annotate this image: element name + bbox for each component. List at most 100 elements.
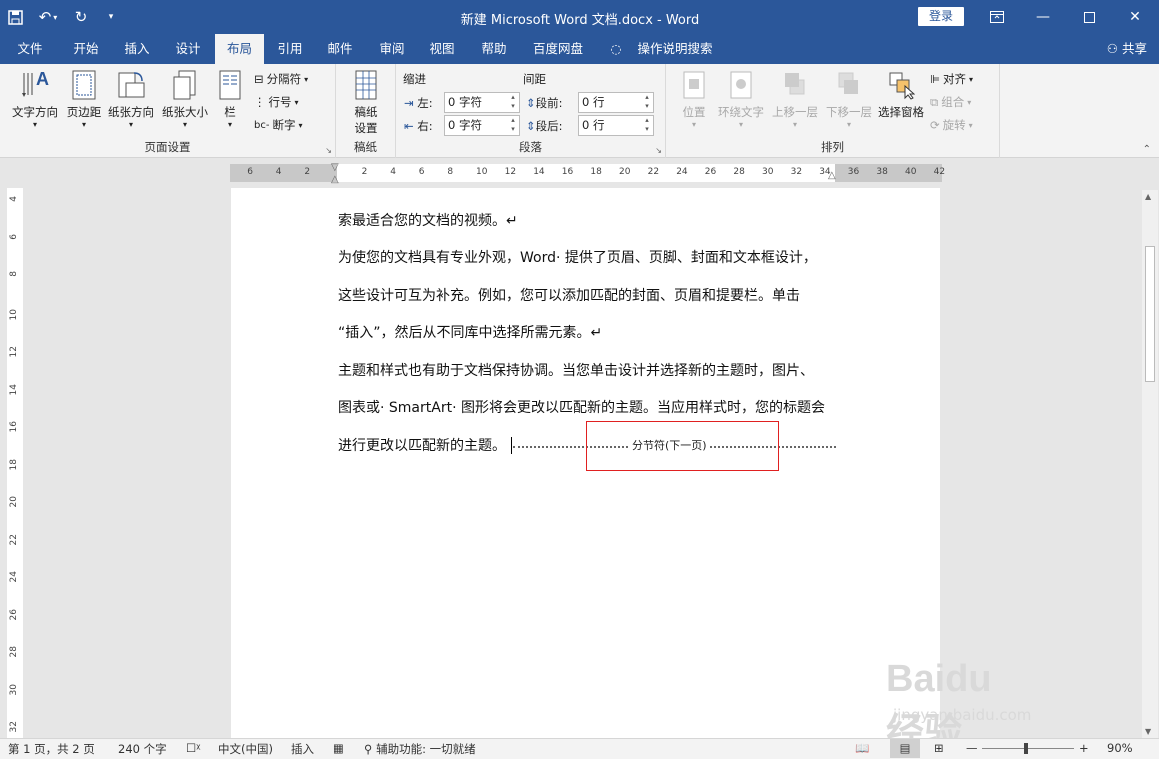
tab-view[interactable]: 视图 bbox=[420, 34, 464, 64]
zoom-out-icon[interactable]: — bbox=[966, 741, 978, 755]
minimize-icon[interactable]: — bbox=[1020, 0, 1066, 34]
zoom-slider[interactable] bbox=[982, 748, 1074, 749]
line-numbers-button[interactable]: ⋮ 行号 ▾ bbox=[254, 92, 299, 112]
hanging-indent-icon[interactable]: △ bbox=[331, 174, 339, 185]
spacing-before-icon: ⇕ bbox=[526, 96, 536, 110]
login-button[interactable]: 登录 bbox=[918, 7, 964, 26]
vertical-ruler-tick-label: 8 bbox=[9, 271, 19, 277]
group-button[interactable]: ⧉ 组合 ▾ bbox=[930, 92, 971, 112]
hyphenation-button[interactable]: bc- 断字 ▾ bbox=[254, 115, 302, 135]
vertical-ruler-tick-label: 14 bbox=[9, 383, 19, 395]
print-layout-icon[interactable]: ▤ bbox=[890, 739, 920, 758]
undo-icon[interactable]: ↶ ▾ bbox=[30, 0, 66, 34]
vertical-ruler[interactable]: 4 6 8 10 12 14 16 18 20 22 24 26 28 30 32 bbox=[0, 158, 30, 738]
macro-icon[interactable]: ▦ bbox=[333, 741, 344, 755]
indent-right-field[interactable]: 0 字符 ▴ ▾ bbox=[444, 115, 520, 136]
scroll-up-icon[interactable]: ▲ bbox=[1145, 192, 1151, 201]
send-backward-button[interactable]: 下移一层 ▾ bbox=[822, 68, 876, 129]
paragraph-launcher-icon[interactable]: ↘ bbox=[655, 146, 662, 155]
person-icon: ⚇ bbox=[1106, 41, 1118, 56]
spacing-after-field[interactable]: 0 行 ▴ ▾ bbox=[578, 115, 654, 136]
doc-line-6[interactable]: 图表或· SmartArt· 图形将会更改以匹配新的主题。当应用样式时，您的标题… bbox=[338, 397, 825, 417]
tab-insert[interactable]: 插入 bbox=[114, 34, 160, 64]
manuscript-button-line2: 设置 bbox=[354, 121, 378, 135]
tab-baidu-netdisk[interactable]: 百度网盘 bbox=[524, 34, 592, 64]
ruler-tick-label: 28 bbox=[733, 167, 745, 177]
tab-review[interactable]: 审阅 bbox=[370, 34, 414, 64]
first-line-indent-icon[interactable]: ▽ bbox=[331, 162, 339, 173]
scroll-thumb[interactable] bbox=[1145, 246, 1155, 382]
page-setup-group-label: 页面设置 bbox=[144, 140, 191, 154]
collapse-ribbon-icon[interactable]: ⌃ bbox=[1143, 144, 1151, 155]
close-icon[interactable]: ✕ bbox=[1112, 0, 1158, 34]
spacing-before-field[interactable]: 0 行 ▴ ▾ bbox=[578, 92, 654, 113]
doc-line-3[interactable]: 这些设计可互为补充。例如，您可以添加匹配的封面、页眉和提要栏。单击 bbox=[338, 285, 800, 305]
maximize-icon[interactable] bbox=[1066, 0, 1112, 34]
columns-button[interactable]: 栏 ▾ bbox=[214, 68, 246, 129]
page-count[interactable]: 第 1 页，共 2 页 bbox=[8, 741, 95, 757]
ruler-tick-label: 40 bbox=[905, 167, 917, 177]
right-indent-icon[interactable]: △ bbox=[828, 170, 836, 181]
wrap-text-icon bbox=[726, 68, 756, 102]
zoom-level[interactable]: 90% bbox=[1107, 741, 1133, 755]
breaks-button[interactable]: ⊟ 分隔符 ▾ bbox=[254, 69, 308, 89]
bring-forward-button[interactable]: 上移一层 ▾ bbox=[768, 68, 822, 129]
spacing-after-label: ⇕段后: bbox=[526, 119, 563, 133]
vertical-ruler-tick-label: 18 bbox=[9, 458, 19, 470]
selection-pane-button[interactable]: 选择窗格 bbox=[874, 68, 928, 120]
orientation-button[interactable]: 纸张方向 ▾ bbox=[104, 68, 158, 129]
send-backward-label: 下移一层 bbox=[826, 105, 872, 119]
quick-access-toolbar: ↶ ▾ ↻ ▾ bbox=[0, 0, 126, 34]
tab-references[interactable]: 引用 bbox=[268, 34, 312, 64]
document-page[interactable]: 索最适合您的文档的视频。↵ 为使您的文档具有专业外观，Word· 提供了页眉、页… bbox=[231, 188, 1031, 754]
language[interactable]: 中文(中国) bbox=[218, 741, 273, 757]
tab-home[interactable]: 开始 bbox=[62, 34, 110, 64]
spacing-after-icon: ⇕ bbox=[526, 119, 536, 133]
align-button[interactable]: ⊫ 对齐 ▾ bbox=[930, 69, 973, 89]
size-button[interactable]: 纸张大小 ▾ bbox=[158, 68, 212, 129]
indent-left-field[interactable]: 0 字符 ▴ ▾ bbox=[444, 92, 520, 113]
redo-icon[interactable]: ↻ bbox=[66, 0, 96, 34]
ribbon-tabs: 文件 开始 插入 设计 布局 引用 邮件 审阅 视图 帮助 百度网盘 ◌ 操作说… bbox=[0, 34, 1159, 64]
tab-mailings[interactable]: 邮件 bbox=[318, 34, 362, 64]
selection-pane-label: 选择窗格 bbox=[878, 105, 924, 119]
tell-me-search[interactable]: 操作说明搜索 bbox=[630, 34, 720, 64]
page-setup-launcher-icon[interactable]: ↘ bbox=[325, 146, 332, 155]
wrap-text-label: 环绕文字 bbox=[718, 105, 764, 119]
rotate-button[interactable]: ⟳ 旋转 ▾ bbox=[930, 115, 973, 135]
manuscript-settings-button[interactable]: 稿纸 设置 bbox=[348, 68, 384, 136]
position-icon bbox=[679, 68, 709, 102]
margins-button[interactable]: 页边距 ▾ bbox=[62, 68, 106, 129]
doc-line-4[interactable]: “插入”，然后从不同库中选择所需元素。↵ bbox=[338, 322, 602, 342]
ruler-tick-label: 4 bbox=[390, 167, 396, 177]
doc-line-2[interactable]: 为使您的文档具有专业外观，Word· 提供了页眉、页脚、封面和文本框设计， bbox=[338, 247, 817, 267]
horizontal-ruler[interactable]: 6 4 2 2 4 6 8 10 12 14 16 18 20 22 24 26 28 30 32 34 36 38 40 4… bbox=[230, 162, 945, 185]
arrange-group-label: 排列 bbox=[821, 140, 844, 154]
tab-design[interactable]: 设计 bbox=[166, 34, 210, 64]
doc-line-5[interactable]: 主题和样式也有助于文档保持协调。当您单击设计并选择新的主题时，图片、 bbox=[338, 360, 814, 380]
tab-layout[interactable]: 布局 bbox=[215, 34, 264, 64]
tab-help[interactable]: 帮助 bbox=[472, 34, 516, 64]
position-button[interactable]: 位置 ▾ bbox=[676, 68, 712, 129]
proofing-icon[interactable]: ☐ᵡ bbox=[186, 741, 201, 755]
ribbon-display-options-icon[interactable] bbox=[974, 0, 1020, 34]
read-mode-icon[interactable]: 📖 bbox=[855, 741, 869, 755]
scroll-down-icon[interactable]: ▼ bbox=[1145, 727, 1151, 736]
customize-qat-icon[interactable]: ▾ bbox=[96, 0, 126, 34]
doc-line-1[interactable]: 索最适合您的文档的视频。↵ bbox=[338, 210, 518, 230]
web-layout-icon[interactable]: ⊞ bbox=[934, 741, 944, 755]
insert-mode[interactable]: 插入 bbox=[291, 741, 314, 757]
tab-file[interactable]: 文件 bbox=[8, 34, 52, 64]
text-direction-button[interactable]: A 文字方向 ▾ bbox=[8, 68, 62, 129]
vertical-scrollbar[interactable]: ▲ ▼ bbox=[1142, 190, 1158, 738]
ruler-tick-label: 6 bbox=[418, 167, 425, 177]
doc-line-7[interactable]: 进行更改以匹配新的主题。 bbox=[338, 435, 506, 455]
zoom-in-icon[interactable]: + bbox=[1079, 741, 1089, 755]
share-button[interactable]: ⚇ 共享 bbox=[1107, 34, 1147, 64]
accessibility-checker[interactable]: ⚲ 辅助功能: 一切就绪 bbox=[364, 741, 476, 757]
wrap-text-button[interactable]: 环绕文字 ▾ bbox=[714, 68, 768, 129]
zoom-slider-thumb[interactable] bbox=[1024, 743, 1028, 754]
word-count[interactable]: 240 个字 bbox=[118, 741, 167, 757]
save-icon[interactable] bbox=[0, 0, 30, 34]
ruler-tick-label: 4 bbox=[275, 167, 282, 177]
